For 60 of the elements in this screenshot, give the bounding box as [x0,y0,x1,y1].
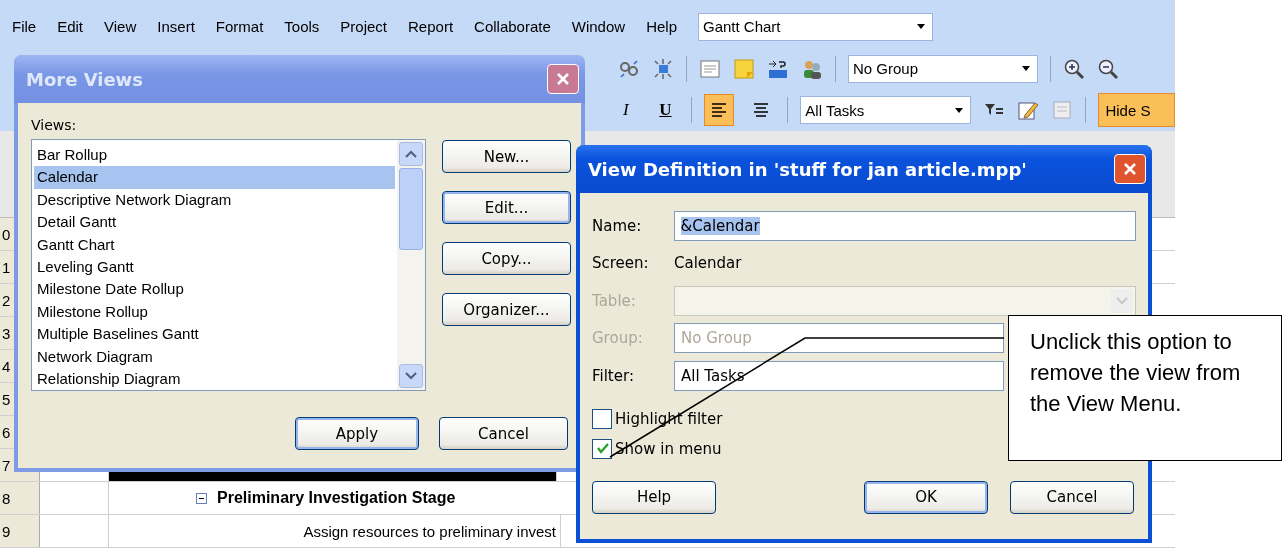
menu-item[interactable]: File [12,18,37,35]
field-value: All Tasks [681,366,745,385]
notes-icon[interactable] [699,57,721,80]
scroll-thumb[interactable] [399,168,423,250]
dropdown-arrow-icon [955,108,964,113]
unlink-icon[interactable] [618,57,640,80]
menu-item[interactable]: Project [340,18,388,35]
align-center-icon [752,103,769,118]
menu-item[interactable]: Insert [157,18,195,35]
menu-item[interactable]: Collaborate [474,18,551,35]
pencil-icon[interactable] [1017,99,1040,122]
task-name: Preliminary Investigation Stage [217,489,456,507]
checkbox[interactable] [592,438,612,459]
zoom-in-icon[interactable] [1063,57,1085,80]
check-icon [595,442,609,455]
align-left-button[interactable] [704,94,734,127]
close-icon [1122,161,1138,177]
window-title: View Definition in 'stuff for jan article.mpp' [588,158,1027,180]
field-label: Group: [592,329,644,348]
menu-item[interactable]: Window [571,18,626,35]
scroll-up-icon[interactable] [399,142,423,166]
group-combo[interactable]: No Group [848,54,1038,83]
field-value: &Calendar [680,216,760,235]
scroll-down-icon[interactable] [399,364,423,388]
menu-item[interactable]: Report [408,18,454,35]
zoom-out-icon[interactable] [1097,57,1119,80]
ok-button[interactable]: OK [864,480,988,514]
screen-value: Calendar [674,254,742,273]
dropdown-arrow-icon [1022,66,1030,71]
collapse-icon[interactable] [196,492,207,504]
align-left-icon [711,103,727,118]
row-number: 8 [0,482,40,514]
field-label: Table: [592,291,637,310]
view-combo[interactable]: Gantt Chart [698,12,933,41]
format-button[interactable]: U [651,100,680,121]
dropdown-arrow-icon [917,24,925,29]
menu-item[interactable]: Tools [284,18,320,35]
split-icon[interactable] [652,57,674,80]
filter-combo[interactable]: All Tasks [800,96,972,125]
input-field[interactable]: All Tasks [674,360,1004,391]
window-title: More Views [26,68,143,90]
cancel-button[interactable]: Cancel [1010,480,1134,514]
hide-button[interactable]: Hide S [1098,93,1175,128]
help-button[interactable]: Help [592,480,716,514]
menu-item[interactable]: View [104,18,137,35]
format-button[interactable]: I [612,100,640,121]
menu-item[interactable]: Help [646,18,677,35]
list-label: Views: [31,117,78,135]
callout-note: Unclick this option to remove the view from the View Menu. [1008,315,1282,461]
field-label: Screen: [592,254,650,273]
close-button[interactable] [1114,154,1146,184]
field-label: Name: [592,216,643,235]
menu-item[interactable]: Edit [57,18,84,35]
checkbox[interactable] [592,408,612,429]
close-icon [555,71,571,87]
menu-item[interactable]: Format [215,18,264,35]
input-field[interactable]: &Calendar [673,210,1136,241]
field-label: Filter: [592,366,635,385]
task-name: Assign resources to preliminary invest [303,522,556,540]
row-number: 9 [0,515,40,547]
